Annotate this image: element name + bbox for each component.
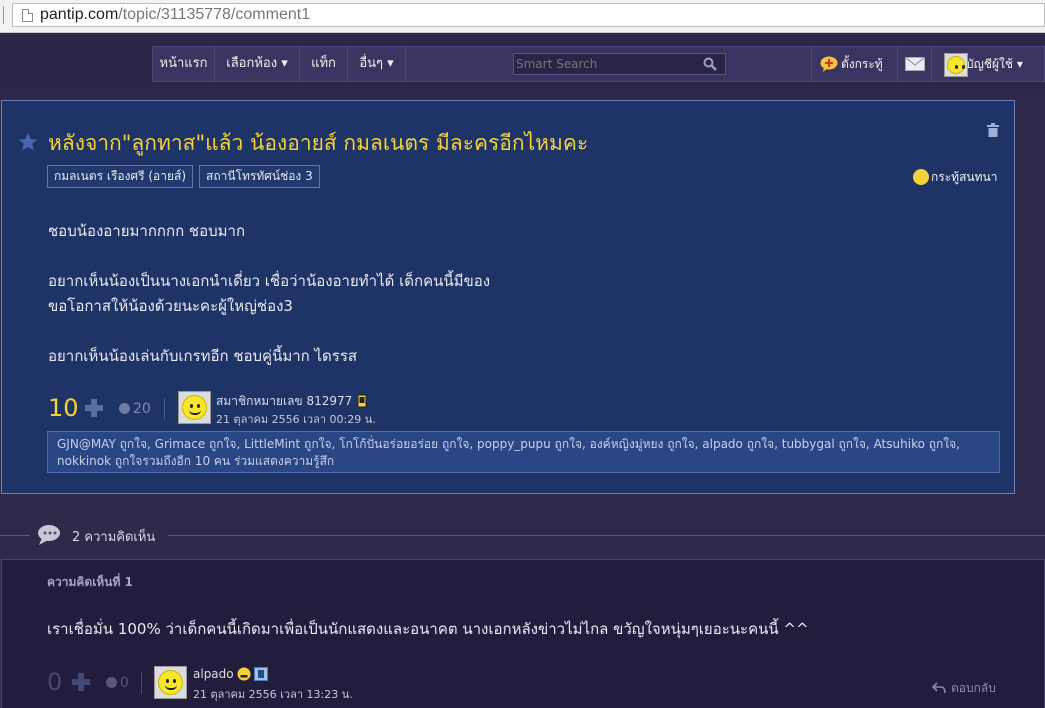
browser-address-bar: pantip.com/topic/31135778/comment1 [0, 0, 1045, 33]
vote-plus-icon[interactable] [85, 399, 103, 417]
post-body-line: ชอบน้องอายมากกกก ชอบมาก [48, 222, 246, 240]
mobile-badge-icon [357, 394, 367, 408]
search-input[interactable] [516, 55, 696, 73]
nav-more[interactable]: อื่นๆ ▾ [348, 47, 406, 81]
nav-home[interactable]: หน้าแรก [153, 47, 215, 81]
author-name[interactable]: สมาชิกหมายเลข 812977 [216, 392, 369, 411]
comment-1: ความคิดเห็นที่ 1 เราเชื่อมั่น 100% ว่าเด… [1, 559, 1045, 708]
reply-icon [931, 682, 946, 694]
url-text[interactable]: pantip.com/topic/31135778/comment1 [40, 6, 310, 24]
comment-text: เราเชื่อมั่น 100% ว่าเด็กคนนี้เกิดมาเพื่… [47, 620, 809, 638]
emotion-count-value: 20 [133, 401, 151, 417]
url-host: pantip.com [40, 6, 119, 23]
comment-vote-score: 0 [47, 668, 63, 696]
comment-emotion-count-value: 0 [120, 675, 129, 691]
nav-select-room[interactable]: เลือกห้อง ▾ [215, 47, 300, 81]
topic-type: กระทู้สนทนา [913, 168, 997, 187]
discussion-icon [913, 169, 929, 185]
page-icon [22, 9, 33, 22]
create-topic-button[interactable]: ตั้งกระทู้ [811, 47, 897, 81]
url-path: /topic/31135778/comment1 [118, 6, 311, 23]
vote-score: 10 [48, 394, 79, 422]
comments-header: 2 ความคิดเห็น [0, 510, 1045, 560]
topic-type-label: กระทู้สนทนา [931, 170, 998, 184]
smart-search [513, 53, 726, 75]
comments-count: 2 ความคิดเห็น [72, 530, 156, 545]
account-menu[interactable]: บัญชีผู้ใช้ ▾ [931, 47, 1045, 81]
post-date: 21 ตุลาคม 2556 เวลา 00:29 น. [216, 413, 376, 426]
create-topic-icon [820, 56, 838, 72]
comment-date: 21 ตุลาคม 2556 เวลา 13:23 น. [193, 688, 353, 701]
author-avatar[interactable] [178, 391, 211, 424]
top-navigation: หน้าแรก เลือกห้อง ▾ แท็ก อื่นๆ ▾ ตั้งกระ… [0, 33, 1045, 95]
divider [141, 672, 142, 694]
nav-tags[interactable]: แท็ก [300, 47, 348, 81]
post-body-line: ขอโอกาสให้น้องด้วยนะคะผู้ใหญ่ช่อง3 [48, 297, 293, 315]
tag-kamonnet[interactable]: กมลเนตร เรืองศรี (อายส์) [47, 165, 194, 188]
url-field[interactable]: pantip.com/topic/31135778/comment1 [12, 3, 1045, 27]
emoticon-badge-icon [237, 667, 251, 681]
account-avatar [944, 53, 968, 77]
trash-icon[interactable] [987, 123, 999, 137]
window-edge [0, 6, 4, 24]
likes-line[interactable]: nokkinok ถูกใจรวมถึงอีก 10 คน ร่วมแสดงคว… [57, 453, 990, 470]
post-body-line: อยากเห็นน้องเล่นกับเกรทอีก ชอบคู่นี้มาก … [48, 347, 358, 365]
comment-vote-plus-icon[interactable] [72, 673, 90, 691]
profile-badge-icon [253, 667, 268, 681]
divider [0, 535, 30, 536]
messages-button[interactable] [897, 47, 931, 81]
likes-box: GJN@MAY ถูกใจ, Grimace ถูกใจ, LittleMint… [47, 431, 1000, 473]
search-icon[interactable] [703, 57, 717, 71]
emotion-icon [119, 403, 130, 414]
commenter-name[interactable]: alpado [193, 667, 268, 681]
reply-button[interactable]: ตอบกลับ [931, 679, 996, 698]
post-title: หลังจาก"ลูกทาส"แล้ว น้องอายส์ กมลเนตร มี… [48, 131, 589, 155]
comment-number[interactable]: ความคิดเห็นที่ 1 [47, 573, 133, 592]
commenter-avatar[interactable] [154, 666, 187, 699]
tag-channel3[interactable]: สถานีโทรทัศน์ช่อง 3 [199, 165, 320, 188]
divider [168, 535, 1045, 536]
topic-post: หลังจาก"ลูกทาส"แล้ว น้องอายส์ กมลเนตร มี… [1, 100, 1015, 494]
favorite-star-icon[interactable] [18, 132, 38, 152]
comments-icon [38, 525, 60, 545]
nav-bar: หน้าแรก เลือกห้อง ▾ แท็ก อื่นๆ ▾ ตั้งกระ… [152, 46, 1045, 82]
likes-line[interactable]: GJN@MAY ถูกใจ, Grimace ถูกใจ, LittleMint… [57, 436, 990, 453]
divider [164, 398, 165, 420]
emotion-count[interactable]: 20 [119, 401, 151, 417]
emotion-icon [106, 677, 117, 688]
create-topic-label: ตั้งกระทู้ [841, 57, 883, 71]
comment-emotion-count[interactable]: 0 [106, 675, 129, 691]
mail-icon [905, 57, 925, 71]
account-label: บัญชีผู้ใช้ ▾ [966, 57, 1023, 71]
reply-label: ตอบกลับ [951, 681, 996, 695]
post-body-line: อยากเห็นน้องเป็นนางเอกนำเดี่ยว เชื่อว่าน… [48, 272, 491, 290]
